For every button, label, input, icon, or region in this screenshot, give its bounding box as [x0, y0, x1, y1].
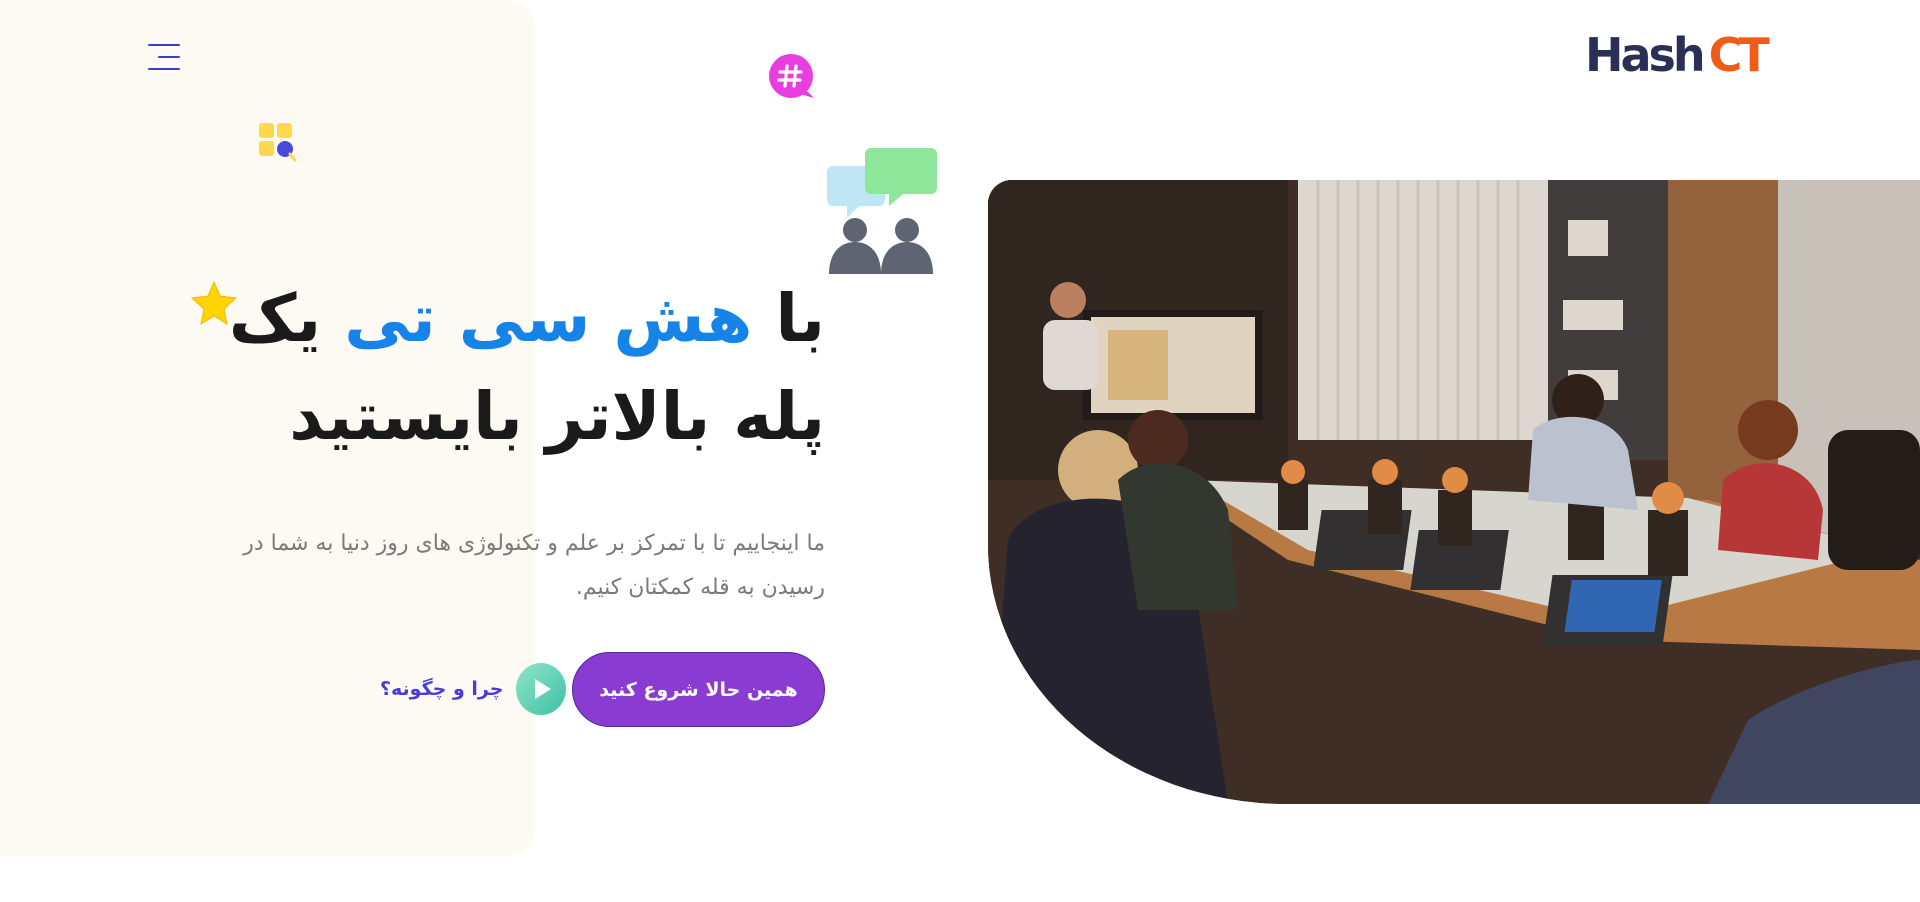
chat-people-icon — [827, 148, 937, 274]
hashtag-bubble-icon — [769, 54, 814, 98]
hero-title-prefix: با — [775, 280, 825, 357]
site-logo[interactable]: Hash CT — [1585, 28, 1770, 82]
hero-title: با هش سی تی یک پله بالاتر بایستید — [150, 270, 825, 466]
hero-title-line2: پله بالاتر بایستید — [289, 378, 825, 455]
grid-search-icon — [259, 123, 297, 162]
logo-mark: CT — [1708, 28, 1770, 82]
why-and-how-link[interactable]: چرا و چگونه؟ — [380, 658, 567, 720]
logo-text: Hash — [1585, 28, 1706, 82]
hamburger-menu-icon[interactable] — [144, 42, 180, 72]
hero-title-suffix: یک — [228, 280, 322, 357]
start-now-button[interactable]: همین حالا شروع کنید — [572, 652, 825, 727]
hero-description: ما اینجاییم تا با تمرکز بر علم و تکنولوژ… — [150, 522, 825, 610]
why-and-how-label: چرا و چگونه؟ — [380, 678, 504, 700]
hero-title-brand: هش سی تی — [344, 280, 753, 357]
hero-description-line1: ما اینجاییم تا با تمرکز بر علم و تکنولوژ… — [243, 531, 825, 556]
hero-description-line2: رسیدن به قله کمکتان کنیم. — [575, 575, 825, 600]
meeting-photo — [988, 180, 1920, 804]
play-icon[interactable] — [515, 662, 567, 716]
